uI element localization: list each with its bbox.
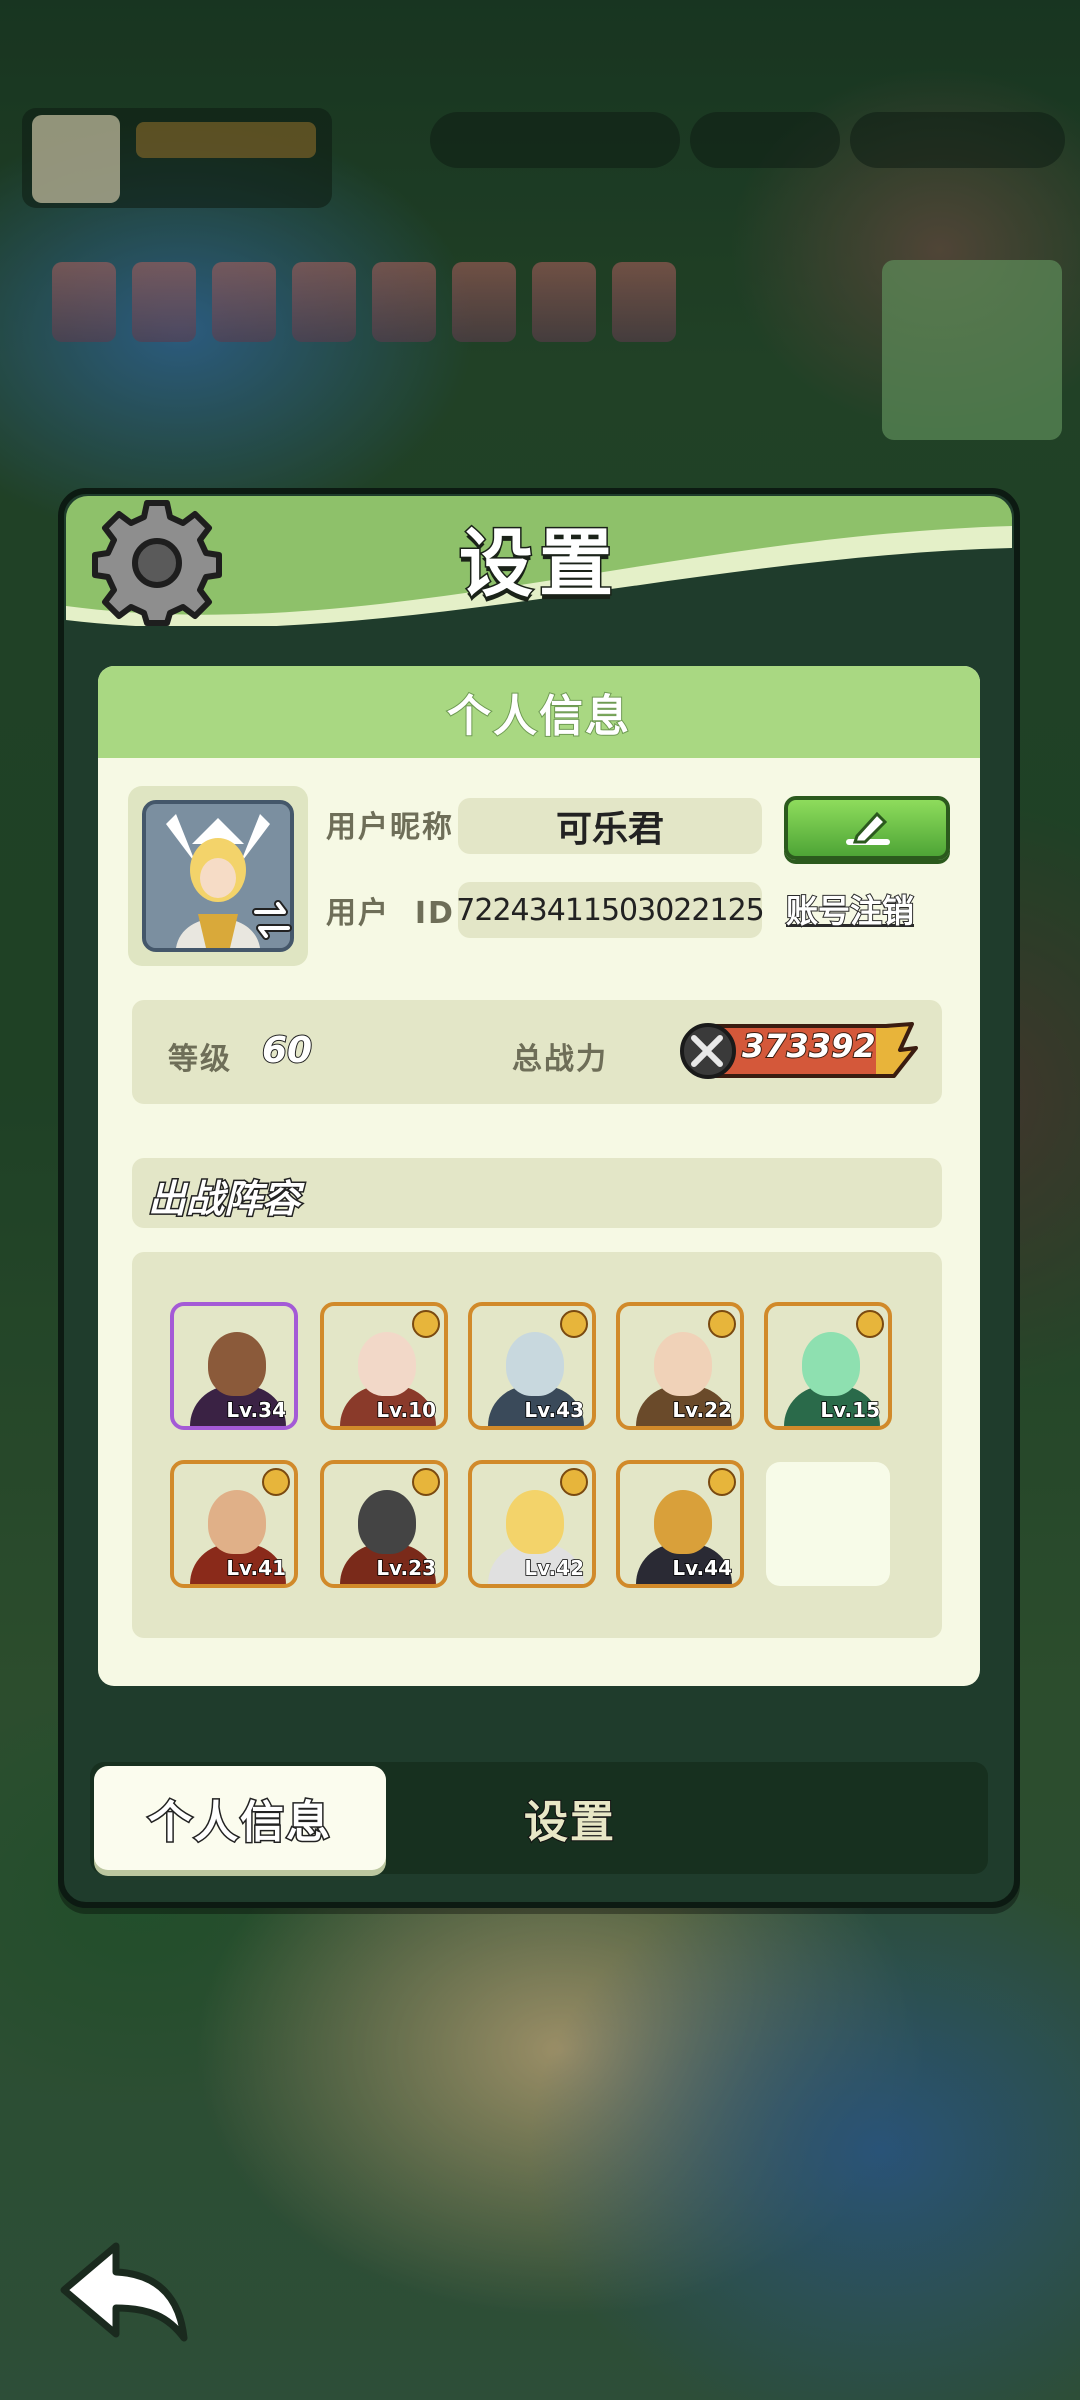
lineup-header: 出战阵容 bbox=[132, 1158, 942, 1228]
personal-info-card: 个人信息 用户昵称 可乐君 用户 ID 72243411503022125 账号… bbox=[98, 666, 980, 1686]
player-hud-avatar bbox=[32, 115, 120, 203]
hero-level: Lv.42 bbox=[524, 1555, 585, 1581]
dialog-title: 设置 bbox=[458, 520, 619, 609]
resource-bar-gold bbox=[850, 112, 1065, 168]
hero-slot-empty[interactable] bbox=[766, 1462, 890, 1586]
hero-class-badge bbox=[560, 1310, 588, 1338]
hero-slot-8[interactable]: Lv.42 bbox=[468, 1460, 596, 1588]
hero-level: Lv.43 bbox=[524, 1397, 585, 1423]
avatar-container[interactable] bbox=[128, 786, 308, 966]
hero-slot-9[interactable]: Lv.44 bbox=[616, 1460, 744, 1588]
minimap bbox=[882, 260, 1062, 440]
tab-settings[interactable]: 设置 bbox=[450, 1766, 690, 1870]
hero-level: Lv.44 bbox=[672, 1555, 733, 1581]
user-id-field: 72243411503022125 bbox=[456, 882, 765, 938]
tab-personal-info-label: 个人信息 bbox=[147, 1796, 332, 1850]
pencil-icon bbox=[846, 811, 890, 845]
hero-level: Lv.34 bbox=[226, 1397, 287, 1423]
hero-slot-5[interactable]: Lv.15 bbox=[764, 1302, 892, 1430]
hero-level: Lv.22 bbox=[672, 1397, 733, 1423]
hero-class-badge bbox=[708, 1468, 736, 1496]
nickname-field: 可乐君 bbox=[458, 798, 762, 854]
tab-personal-info[interactable]: 个人信息 bbox=[94, 1766, 386, 1870]
dialog-tab-bar: 个人信息 设置 bbox=[90, 1762, 988, 1874]
back-arrow-icon[interactable] bbox=[56, 2238, 192, 2344]
section-header: 个人信息 bbox=[98, 666, 980, 758]
tab-settings-label: 设置 bbox=[523, 1796, 616, 1849]
nickname-value: 可乐君 bbox=[555, 809, 664, 850]
hero-class-badge bbox=[262, 1468, 290, 1496]
cancel-account-link[interactable]: 账号注销 bbox=[785, 886, 915, 932]
resource-bar-gems bbox=[430, 112, 680, 168]
hero-slot-6[interactable]: Lv.41 bbox=[170, 1460, 298, 1588]
hero-slot-7[interactable]: Lv.23 bbox=[320, 1460, 448, 1588]
hero-slot-2[interactable]: Lv.10 bbox=[320, 1302, 448, 1430]
hero-class-badge bbox=[412, 1310, 440, 1338]
settings-dialog: 设置 个人信息 用户昵称 可乐君 用户 ID 72243411503022125… bbox=[58, 488, 1020, 1908]
section-title: 个人信息 bbox=[446, 690, 631, 743]
level-value: 60 bbox=[261, 1029, 313, 1072]
hero-class-badge bbox=[856, 1310, 884, 1338]
swap-avatar-icon[interactable] bbox=[250, 898, 294, 942]
player-hud-name-plate bbox=[136, 122, 316, 158]
hero-strip-background bbox=[52, 262, 702, 348]
hero-slot-3[interactable]: Lv.43 bbox=[468, 1302, 596, 1430]
hero-level: Lv.23 bbox=[376, 1555, 437, 1581]
hero-slot-4[interactable]: Lv.22 bbox=[616, 1302, 744, 1430]
total-power-label: 总战力 bbox=[512, 1042, 608, 1077]
nickname-label: 用户昵称 bbox=[326, 810, 454, 845]
resource-bar-coins bbox=[690, 112, 840, 168]
stats-row: 等级 60 总战力 373392 bbox=[132, 1000, 942, 1104]
user-id-value: 72243411503022125 bbox=[456, 892, 764, 928]
hero-class-badge bbox=[412, 1468, 440, 1496]
hero-level: Lv.41 bbox=[226, 1555, 287, 1581]
total-power-value: 373392 bbox=[741, 1026, 877, 1066]
hero-slot-1[interactable]: Lv.34 bbox=[170, 1302, 298, 1430]
hero-class-badge bbox=[560, 1468, 588, 1496]
hero-class-badge bbox=[708, 1310, 736, 1338]
edit-nickname-button[interactable] bbox=[784, 796, 950, 860]
lineup-title: 出战阵容 bbox=[146, 1176, 301, 1223]
hero-level: Lv.15 bbox=[820, 1397, 881, 1423]
user-id-label: 用户 ID bbox=[326, 896, 455, 931]
hero-level: Lv.10 bbox=[376, 1397, 437, 1423]
lineup-grid: Lv.34 Lv.10 Lv.43 Lv.22 Lv.15 Lv.41 Lv.2… bbox=[132, 1252, 942, 1638]
level-label: 等级 bbox=[168, 1042, 232, 1077]
